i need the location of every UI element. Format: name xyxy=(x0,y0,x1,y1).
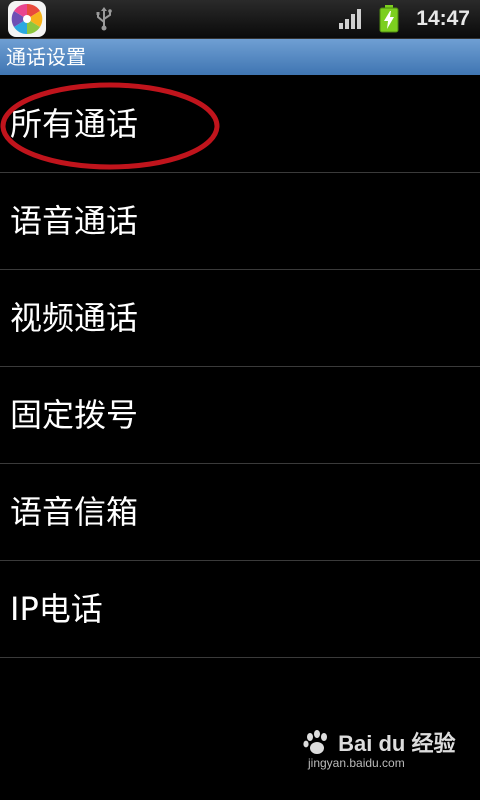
battery-charging-icon xyxy=(378,5,400,33)
status-bar: 14:47 xyxy=(0,0,480,39)
signal-bars-icon xyxy=(338,8,364,30)
settings-list: 所有通话 语音通话 视频通话 固定拨号 语音信箱 IP电话 xyxy=(0,76,480,658)
list-item-ip-call[interactable]: IP电话 xyxy=(0,561,480,658)
color-pinwheel-app-icon[interactable] xyxy=(8,1,46,37)
list-item-label: 所有通话 xyxy=(10,105,139,143)
list-item-voice-call[interactable]: 语音通话 xyxy=(0,173,480,270)
list-item-label: IP电话 xyxy=(10,590,103,628)
list-item-video-call[interactable]: 视频通话 xyxy=(0,270,480,367)
watermark-logo-text: Bai du 经验 xyxy=(338,731,456,756)
baidu-jingyan-watermark: Bai du 经验 jingyan.baidu.com xyxy=(302,726,455,778)
list-item-label: 固定拨号 xyxy=(10,396,139,434)
list-item-voicemail[interactable]: 语音信箱 xyxy=(0,464,480,561)
watermark-url: jingyan.baidu.com xyxy=(308,756,405,770)
list-item-label: 语音通话 xyxy=(10,202,139,240)
list-item-all-calls[interactable]: 所有通话 xyxy=(0,76,480,173)
page-title: 通话设置 xyxy=(6,45,86,69)
list-item-fixed-dialing[interactable]: 固定拨号 xyxy=(0,367,480,464)
list-item-label: 语音信箱 xyxy=(10,493,139,531)
watermark-logo: Bai du 经验 xyxy=(302,726,455,758)
status-clock: 14:47 xyxy=(416,7,470,30)
list-item-label: 视频通话 xyxy=(10,299,139,337)
title-bar: 通话设置 xyxy=(0,39,480,75)
paw-icon xyxy=(303,730,327,754)
usb-icon xyxy=(94,7,114,31)
